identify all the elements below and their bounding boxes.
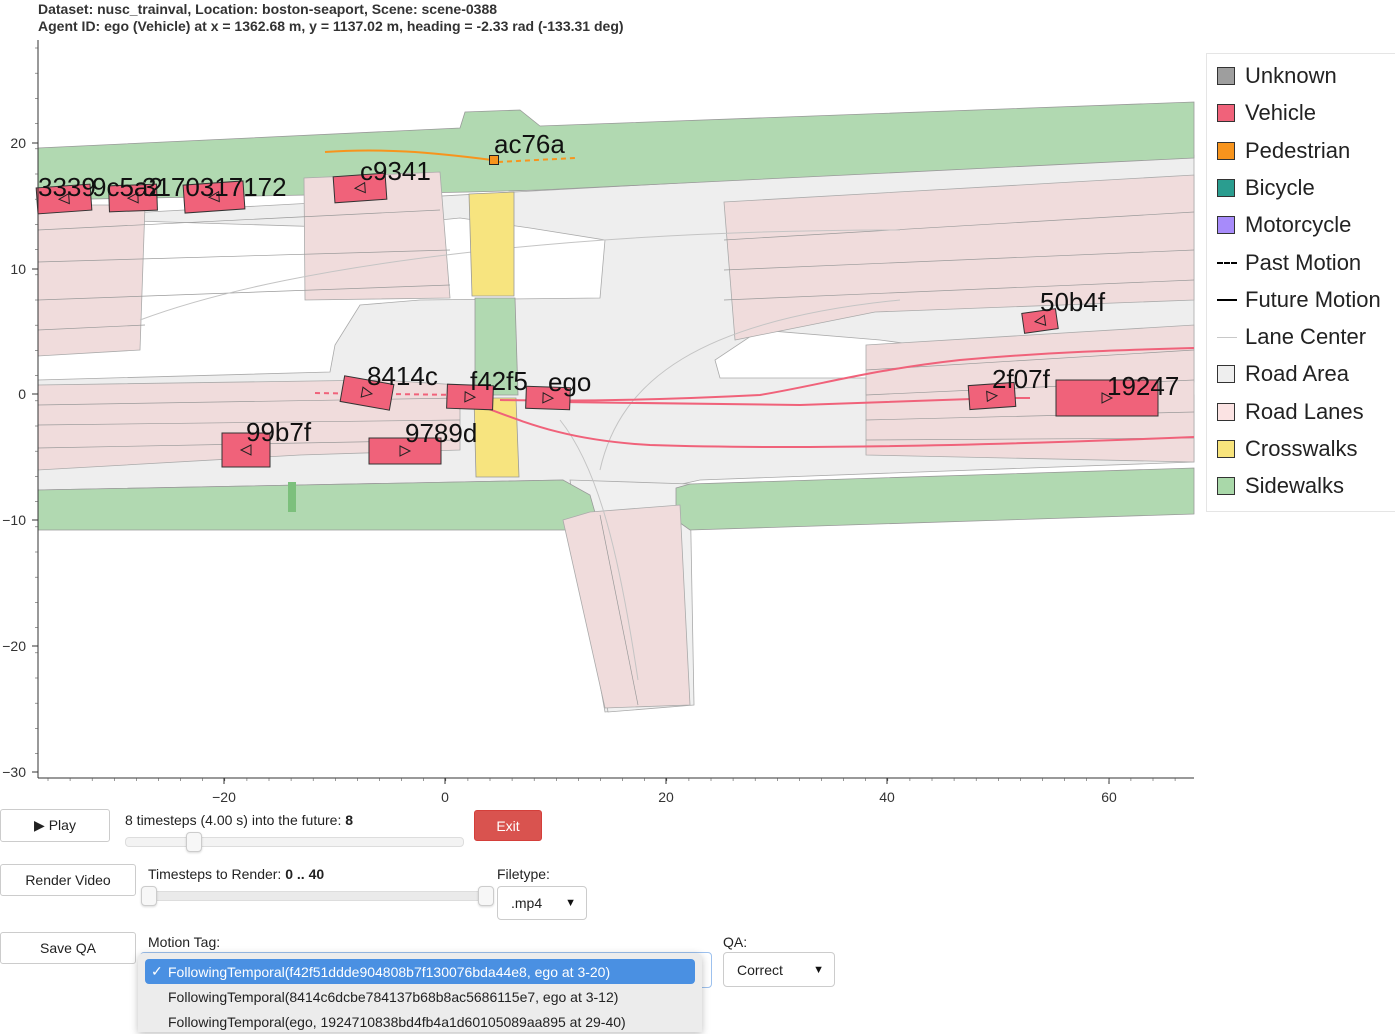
legend-item: Past Motion xyxy=(1217,249,1362,275)
legend-swatch-icon xyxy=(1217,440,1235,458)
motion-tag-dropdown: ✓ FollowingTemporal(f42f51ddde904808b7f1… xyxy=(138,953,702,1032)
agent-id-label: f42f5 xyxy=(470,366,528,396)
future-steps-label: 8 timesteps (4.00 s) into the future: 8 xyxy=(125,812,353,828)
legend-swatch-icon xyxy=(1217,365,1235,384)
render-range-slider[interactable] xyxy=(148,891,487,901)
legend-item-label: Bicycle xyxy=(1245,174,1315,200)
y-tick-label: 10 xyxy=(10,261,26,277)
legend-item-label: Lane Center xyxy=(1245,324,1367,350)
legend-item: Motorcycle xyxy=(1217,212,1352,238)
filetype-select[interactable]: .mp4 ▼ xyxy=(497,886,587,920)
legend-item: Sidewalks xyxy=(1217,473,1345,499)
legend-item-label: Pedestrian xyxy=(1245,137,1351,163)
legend-item-label: Past Motion xyxy=(1245,249,1362,275)
y-tick-label: 0 xyxy=(18,386,26,402)
motion-tag-option[interactable]: ✓ FollowingTemporal(f42f51ddde904808b7f1… xyxy=(145,959,695,984)
agent-id-label: 9789d xyxy=(405,418,477,448)
chevron-down-icon: ▼ xyxy=(565,897,576,909)
legend-item: Future Motion xyxy=(1217,286,1381,312)
qa-select[interactable]: Correct ▼ xyxy=(723,952,835,987)
motion-tag-option-label: FollowingTemporal(8414c6dcbe784137b68b8a… xyxy=(168,988,619,1005)
legend-swatch-icon xyxy=(1217,261,1237,264)
future-steps-slider-handle[interactable] xyxy=(186,832,202,852)
render-range-value: 0 .. 40 xyxy=(285,866,325,882)
x-tick-label: −20 xyxy=(212,789,236,805)
legend-swatch-icon xyxy=(1217,336,1237,338)
y-tick-label: −20 xyxy=(2,638,26,654)
x-tick-label: 20 xyxy=(658,789,674,805)
legend-item: Road Area xyxy=(1217,361,1349,387)
legend-swatch-icon xyxy=(1217,67,1235,85)
render-range-text: Timesteps to Render: xyxy=(148,866,282,882)
legend-item-label: Future Motion xyxy=(1245,286,1381,312)
scene-plot: 33399c5a23170317172c9341ac76a8414c f42f5 e… xyxy=(2,40,1195,805)
legend-item-label: Vehicle xyxy=(1245,100,1316,126)
legend-swatch-icon xyxy=(1217,104,1235,123)
legend-item-label: Road Lanes xyxy=(1245,398,1364,424)
x-tick-label: 40 xyxy=(879,789,895,805)
agent-id-label: 3339 xyxy=(38,172,96,202)
legend-item: Bicycle xyxy=(1217,174,1315,200)
agent-id-label: 8414c xyxy=(367,361,438,391)
y-tick-label: −30 xyxy=(2,764,26,780)
legend-item-label: Motorcycle xyxy=(1245,212,1352,238)
legend-swatch-icon xyxy=(1217,216,1235,235)
future-steps-value: 8 xyxy=(345,812,354,828)
agent-id-label: 99b7f xyxy=(246,417,312,447)
render-range-label: Timesteps to Render: 0 .. 40 xyxy=(148,866,324,882)
agent-id-label: ego xyxy=(548,367,591,397)
filetype-label: Filetype: xyxy=(497,866,550,882)
legend-item: Road Lanes xyxy=(1217,398,1364,424)
x-tick-label: 60 xyxy=(1101,789,1117,805)
legend-item: Vehicle xyxy=(1217,100,1316,126)
legend-item: Pedestrian xyxy=(1217,137,1351,163)
future-steps-slider[interactable] xyxy=(125,837,464,847)
legend-item: Unknown xyxy=(1217,63,1337,88)
filetype-value: .mp4 xyxy=(511,895,543,911)
legend-swatch-icon xyxy=(1217,298,1237,301)
render-range-end-handle[interactable] xyxy=(478,886,494,906)
future-steps-text: 8 timesteps (4.00 s) into the future: xyxy=(125,812,342,828)
motion-tag-option-label: FollowingTemporal(ego, 1924710838bd4fb4a… xyxy=(168,1013,626,1030)
legend-item: Lane Center xyxy=(1217,324,1367,350)
agent-id-label: c9341 xyxy=(360,156,431,186)
legend-item-label: Crosswalks xyxy=(1245,436,1358,461)
exit-button[interactable]: Exit xyxy=(474,810,542,841)
render-video-button[interactable]: Render Video xyxy=(0,864,136,896)
motion-tag-option-label: FollowingTemporal(f42f51ddde904808b7f130… xyxy=(168,963,611,980)
y-tick-label: 20 xyxy=(10,135,26,151)
motion-tag-option[interactable]: FollowingTemporal(ego, 1924710838bd4fb4a… xyxy=(138,1009,702,1034)
checkmark-icon: ✓ xyxy=(151,963,163,979)
legend-item-label: Road Area xyxy=(1245,361,1349,387)
render-range-start-handle[interactable] xyxy=(141,886,157,906)
chevron-down-icon: ▼ xyxy=(813,963,824,976)
legend-item-label: Unknown xyxy=(1245,63,1337,88)
motion-tag-option[interactable]: FollowingTemporal(8414c6dcbe784137b68b8a… xyxy=(138,984,702,1009)
legend-swatch-icon xyxy=(1217,477,1235,496)
y-tick-label: −10 xyxy=(2,512,26,528)
agent-id-label: 19247 xyxy=(1107,371,1179,401)
qa-label: QA: xyxy=(723,934,748,950)
agent-id-label: 3170317172 xyxy=(142,172,287,202)
legend: Unknown Vehicle Pedestrian Bicycle Motorcycl… xyxy=(1206,53,1395,512)
legend-swatch-icon xyxy=(1217,141,1235,160)
legend-item-label: Sidewalks xyxy=(1245,473,1345,499)
x-tick-label: 0 xyxy=(441,789,449,805)
motion-tag-label: Motion Tag: xyxy=(148,934,221,950)
legend-item: Crosswalks xyxy=(1217,436,1358,461)
agent-id-label: ac76a xyxy=(494,129,565,159)
qa-value: Correct xyxy=(737,961,783,978)
agent-id-label: 50b4f xyxy=(1040,287,1106,317)
save-qa-button[interactable]: Save QA xyxy=(0,932,136,964)
play-button[interactable]: ▶ Play xyxy=(0,809,110,842)
legend-swatch-icon xyxy=(1217,178,1235,197)
agent-id-label: 2f07f xyxy=(992,364,1051,394)
legend-swatch-icon xyxy=(1217,402,1235,421)
